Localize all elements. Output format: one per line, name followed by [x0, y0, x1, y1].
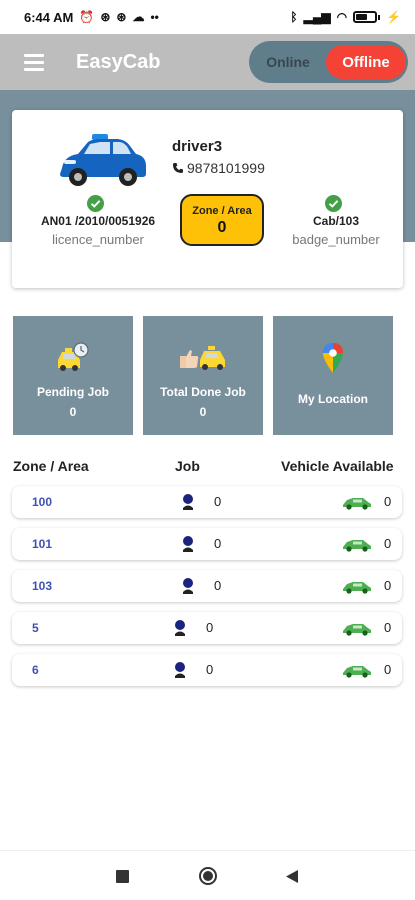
recents-button-icon[interactable]: [116, 870, 129, 883]
driver-phone-number: 9878101999: [187, 160, 265, 176]
driver-pin-icon: [183, 578, 193, 594]
table-row[interactable]: 6 0 0: [12, 654, 402, 686]
pending-job-label: Pending Job: [37, 385, 109, 399]
cloud-icon: ☁: [132, 10, 145, 24]
row-vehicle-count: 0: [384, 536, 392, 551]
total-done-job-label: Total Done Job: [160, 385, 246, 399]
driver-pin-icon: [183, 536, 193, 552]
driver-name: driver3: [172, 138, 223, 155]
alarm-icon: ⏰: [79, 10, 95, 24]
charging-icon: ⚡: [386, 10, 401, 24]
row-job-count: 0: [214, 578, 222, 593]
battery-icon: [353, 11, 381, 23]
row-vehicle-count: 0: [384, 620, 392, 635]
row-zone[interactable]: 6: [32, 663, 39, 677]
app-bar: EasyCab Online Offline: [0, 34, 415, 90]
home-button-icon[interactable]: [198, 866, 218, 886]
zone-box-value: 0: [217, 219, 227, 236]
pending-job-tile[interactable]: Pending Job 0: [13, 316, 133, 435]
pending-job-count: 0: [69, 405, 77, 419]
total-done-job-count: 0: [199, 405, 207, 419]
row-job-count: 0: [214, 494, 222, 509]
notification-icon: ⊛: [100, 10, 111, 24]
more-notifications-icon: ••: [150, 10, 159, 24]
row-zone[interactable]: 103: [32, 579, 52, 593]
vehicle-icon: [343, 666, 371, 678]
row-zone[interactable]: 100: [32, 495, 52, 509]
phone-icon: [173, 163, 183, 173]
thumbs-up-taxi-icon: [180, 346, 225, 370]
back-button-icon[interactable]: [285, 869, 299, 884]
driver-profile-card: driver3 9878101999 AN01 /2010/0051926 li…: [12, 110, 403, 288]
table-row[interactable]: 5 0 0: [12, 612, 402, 644]
driver-pin-icon: [183, 494, 193, 510]
vehicle-icon: [343, 582, 371, 594]
system-navigation-bar: [0, 850, 415, 900]
online-option[interactable]: Online: [249, 54, 327, 70]
map-pin-icon: [323, 343, 343, 373]
table-row[interactable]: 100 0 0: [12, 486, 402, 518]
driver-pin-icon: [175, 662, 185, 678]
pending-taxi-icon: [58, 342, 89, 371]
licence-verified-icon: [87, 195, 104, 212]
availability-toggle[interactable]: Online Offline: [249, 41, 408, 83]
wifi-icon: ◠: [336, 10, 348, 24]
licence-number: AN01 /2010/0051926: [40, 214, 156, 228]
zone-box-label: Zone / Area: [192, 205, 252, 217]
table-row[interactable]: 101 0 0: [12, 528, 402, 560]
table-header-zone: Zone / Area: [13, 458, 89, 474]
table-header-vehicle: Vehicle Available: [281, 458, 394, 474]
row-vehicle-count: 0: [384, 578, 392, 593]
total-done-job-tile[interactable]: Total Done Job 0: [143, 316, 263, 435]
notification-icon-2: ⊛: [116, 10, 127, 24]
driver-pin-icon: [175, 620, 185, 636]
offline-option[interactable]: Offline: [326, 45, 406, 79]
my-location-tile[interactable]: My Location: [273, 316, 393, 435]
status-time: 6:44 AM: [24, 9, 74, 25]
table-header-job: Job: [175, 458, 200, 474]
row-job-count: 0: [214, 536, 222, 551]
vehicle-icon: [343, 498, 371, 510]
row-zone[interactable]: 5: [32, 621, 39, 635]
vehicle-icon: [343, 540, 371, 552]
driver-phone[interactable]: 9878101999: [172, 160, 265, 176]
licence-label: licence_number: [52, 232, 144, 247]
bluetooth-icon: ᛒ: [290, 10, 298, 24]
row-zone[interactable]: 101: [32, 537, 52, 551]
badge-verified-icon: [325, 195, 342, 212]
row-vehicle-count: 0: [384, 662, 392, 677]
vehicle-icon: [343, 624, 371, 636]
row-job-count: 0: [206, 662, 214, 677]
taxi-car-image: [60, 134, 146, 186]
row-vehicle-count: 0: [384, 494, 392, 509]
status-bar: 6:44 AM ⏰ ⊛ ⊛ ☁ •• ᛒ ▂▄▆ ◠ ⚡: [0, 0, 415, 34]
current-zone-box: Zone / Area 0: [180, 194, 264, 246]
badge-number: Cab/103: [312, 214, 360, 228]
signal-icon: ▂▄▆: [303, 10, 331, 24]
badge-label: badge_number: [292, 232, 380, 247]
table-row[interactable]: 103 0 0: [12, 570, 402, 602]
my-location-label: My Location: [297, 392, 368, 406]
row-job-count: 0: [206, 620, 214, 635]
menu-icon[interactable]: [10, 38, 58, 86]
